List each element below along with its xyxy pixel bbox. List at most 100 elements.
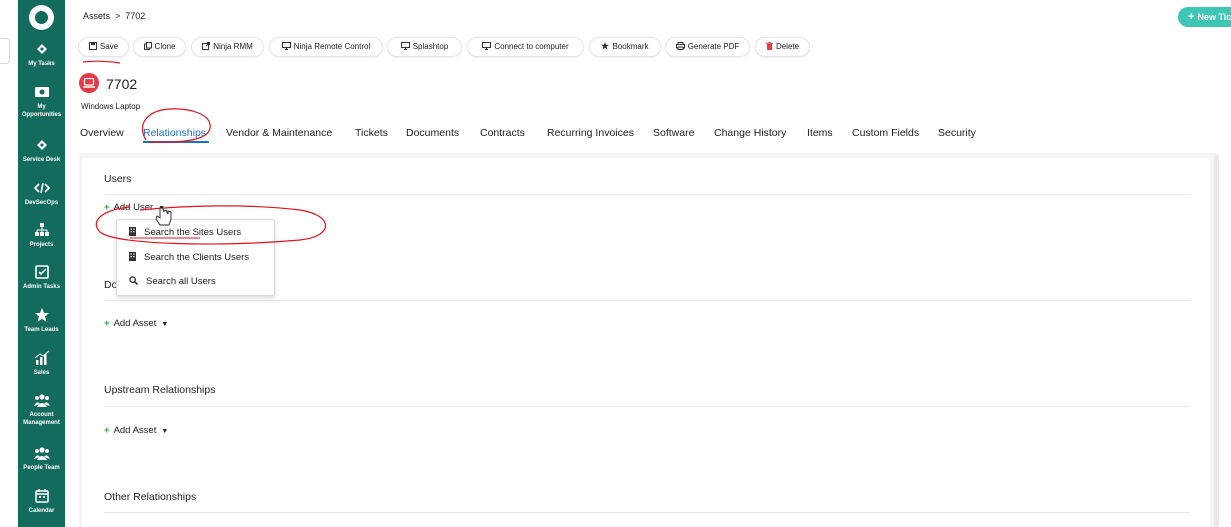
menu-item-search-clients-users[interactable]: Search the Clients Users [117,247,274,269]
tab-contracts[interactable]: Contracts [480,127,525,139]
breadcrumb-root[interactable]: Assets [83,11,110,21]
star-icon [601,42,610,50]
connect-to-computer-button[interactable]: Connect to computer [467,37,584,57]
menu-item-search-sites-users[interactable]: Search the Sites Users [117,222,274,244]
sidebar-item-my-opportunities[interactable]: My Opportunities [18,84,65,119]
connect-to-computer-button-label: Connect to computer [494,42,569,51]
ninja-rmm-button[interactable]: Ninja RMM [191,37,264,57]
save-button[interactable]: Save [78,37,129,57]
sidebar-item-label: Calendar [28,508,55,514]
scrollbar[interactable] [1214,155,1219,527]
tab-vendor-maintenance[interactable]: Vendor & Maintenance [226,127,332,139]
users-icon [33,394,50,407]
section-title-upstream: Upstream Relationships [104,384,216,396]
chevron-down-icon: ▼ [161,428,169,435]
left-strip [0,0,18,527]
plus-icon: + [1188,11,1195,23]
ticket-icon [36,140,47,150]
add-user-button[interactable]: + Add User ▼ [104,202,165,213]
sidebar-item-label: Sales [33,370,50,376]
print-icon [675,42,685,50]
tab-security[interactable]: Security [938,127,976,139]
sidebar-item-account-management[interactable]: Account Management [18,392,65,427]
clone-button[interactable]: Clone [133,37,186,57]
tab-documents[interactable]: Documents [406,127,459,139]
sidebar-item-label: Admin Tasks [23,284,60,290]
new-ticket-label: New Ticket [1197,12,1231,22]
delete-button[interactable]: Delete [755,37,810,57]
sidebar-item-label: People Team [23,465,60,471]
save-icon [88,42,97,50]
sidebar: My Tasks My Opportunities Service Desk D… [18,0,65,527]
users-icon [33,447,50,460]
collapse-tab[interactable] [0,38,10,64]
sidebar-item-admin-tasks[interactable]: Admin Tasks [18,264,65,291]
breadcrumb-current: 7702 [125,11,146,21]
clone-icon [143,42,152,50]
generate-pdf-button-label: Generate PDF [687,42,740,51]
section-title-users: Users [104,173,132,185]
sidebar-item-label: Team Leads [24,327,59,333]
laptop-icon [79,73,99,93]
sidebar-item-label: Projects [29,242,54,248]
sidebar-item-my-tasks[interactable]: My Tasks [18,41,65,68]
building-icon [129,252,136,261]
checkbox-icon [34,265,49,279]
generate-pdf-button[interactable]: Generate PDF [665,37,750,57]
add-asset-upstream-button[interactable]: + Add Asset ▼ [104,425,168,436]
building-icon [129,227,136,236]
plus-icon: + [104,202,110,213]
add-asset-label: Add Asset [113,425,157,436]
sidebar-item-people-team[interactable]: People Team [18,445,65,472]
tab-custom-fields[interactable]: Custom Fields [852,127,919,139]
asset-type: Windows Laptop [81,102,141,111]
annotation-underline-save [82,60,121,64]
monitor-icon [281,42,291,50]
menu-item-label: Search all Users [146,276,216,287]
trash-icon [765,42,773,50]
save-button-label: Save [99,42,119,51]
ninja-remote-control-button-label: Ninja Remote Control [293,42,371,51]
calendar-icon [34,489,49,503]
tab-recurring-invoices[interactable]: Recurring Invoices [547,127,634,139]
plus-icon: + [104,425,110,436]
divider [104,300,1190,301]
plus-icon: + [104,318,110,329]
sidebar-item-label: DevSecOps [24,200,59,206]
chevron-down-icon: ▼ [158,205,166,212]
new-ticket-button[interactable]: +New Ticket [1178,7,1231,27]
sidebar-item-projects[interactable]: Projects [18,222,65,249]
bookmark-button[interactable]: Bookmark [589,37,661,57]
external-link-icon [202,42,211,50]
tab-items[interactable]: Items [807,127,833,139]
sidebar-item-team-leads[interactable]: Team Leads [18,307,65,334]
divider [104,512,1190,513]
tab-overview[interactable]: Overview [80,127,124,139]
sidebar-item-calendar[interactable]: Calendar [18,488,65,515]
ninja-remote-control-button[interactable]: Ninja Remote Control [269,37,383,57]
delete-button-label: Delete [775,42,800,51]
sidebar-item-label: My Tasks [28,61,55,67]
sidebar-item-label: Account Management [23,412,60,426]
tab-tickets[interactable]: Tickets [355,127,388,139]
asset-number: 7702 [106,76,138,92]
sidebar-item-sales[interactable]: Sales [18,350,65,377]
search-icon [129,276,139,286]
monitor-icon [400,42,410,50]
menu-item-label: Search the Clients Users [144,252,250,263]
monitor-icon [482,42,492,50]
sidebar-item-label: Service Desk [22,157,61,163]
tab-software[interactable]: Software [653,127,694,139]
tab-relationships[interactable]: Relationships [143,127,206,139]
sidebar-item-service-desk[interactable]: Service Desk [18,137,65,164]
breadcrumb: Assets >7702 [83,11,145,21]
ticket-icon [36,44,47,54]
menu-item-search-all-users[interactable]: Search all Users [117,271,274,293]
add-asset-downstream-button[interactable]: + Add Asset ▼ [104,318,168,329]
bookmark-button-label: Bookmark [612,42,649,51]
splashtop-button[interactable]: Splashtop [387,37,462,57]
logo[interactable] [29,5,54,30]
tab-change-history[interactable]: Change History [714,127,786,139]
sidebar-item-devsecops[interactable]: DevSecOps [18,180,65,207]
chart-icon [34,350,49,365]
